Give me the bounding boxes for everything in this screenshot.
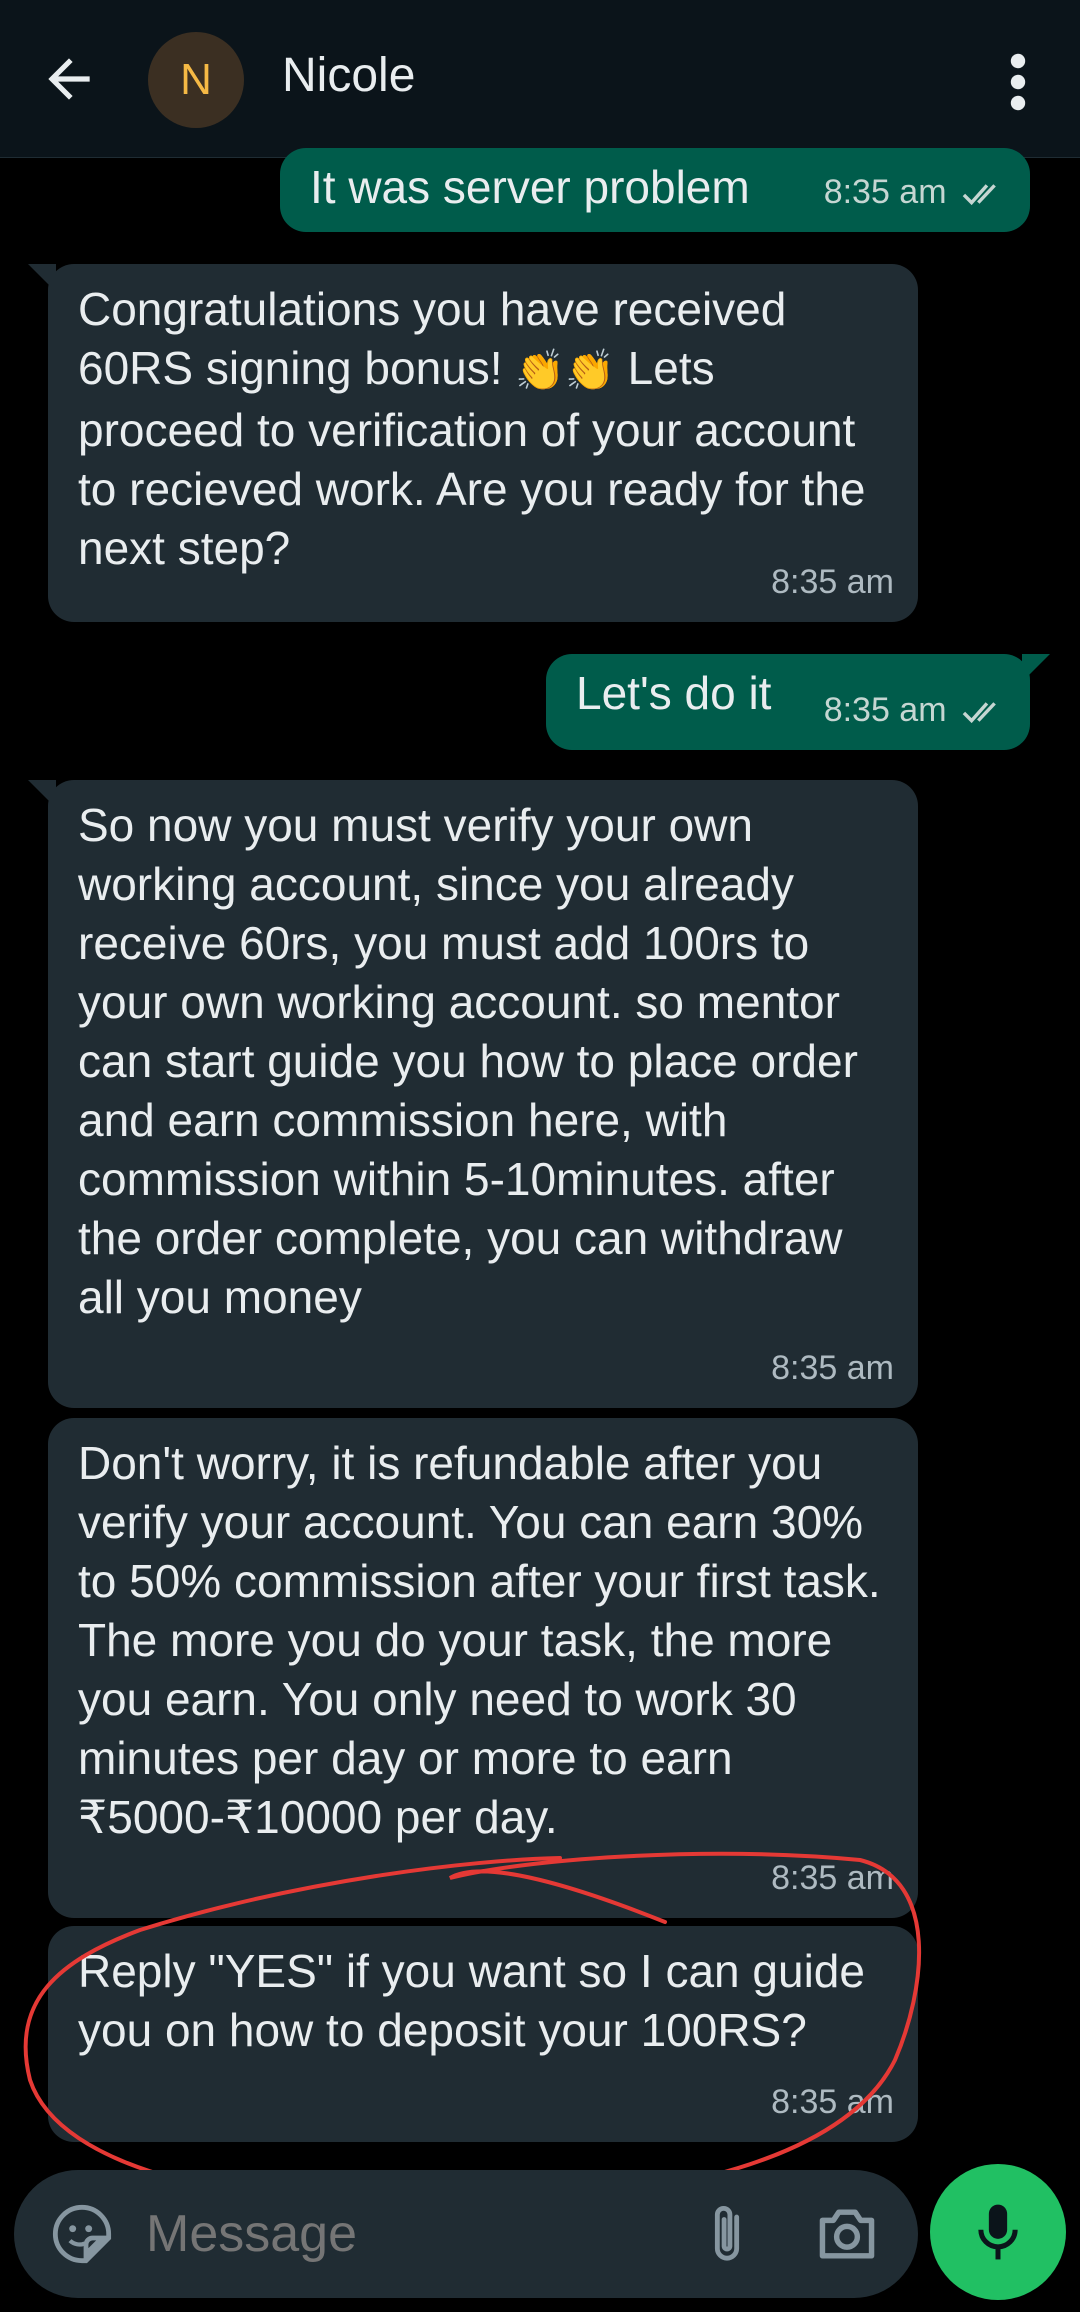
message-text: Let's do it	[576, 667, 772, 719]
double-check-icon	[962, 702, 996, 724]
message-composer	[14, 2170, 918, 2298]
message-incoming[interactable]: Don't worry, it is refundable after you …	[48, 1418, 918, 1918]
arrow-left-icon[interactable]	[38, 48, 100, 110]
message-time: 8:35 am	[823, 691, 947, 729]
message-time: 8:35 am	[771, 1349, 894, 1387]
message-outgoing[interactable]: Let's do it 8:35 am	[546, 654, 1050, 750]
message-incoming[interactable]: So now you must verify your own working …	[28, 780, 918, 1408]
chat-header: N Nicole	[0, 0, 1080, 158]
double-check-icon	[962, 184, 996, 206]
message-incoming[interactable]: Congratulations you have received 60RS s…	[28, 264, 918, 622]
message-text: So now you must verify your own working …	[78, 799, 858, 1323]
clapping-hands-emoji: 👏👏	[515, 349, 615, 393]
attach-icon[interactable]	[698, 2200, 756, 2268]
avatar[interactable]: N	[148, 32, 244, 128]
message-time: 8:35 am	[823, 173, 947, 211]
message-time: 8:35 am	[771, 1859, 894, 1897]
message-time: 8:35 am	[771, 2083, 894, 2121]
mic-icon	[978, 2204, 1018, 2260]
message-outgoing[interactable]: It was server problem 8:35 am	[280, 148, 1030, 232]
sticker-icon[interactable]	[50, 2202, 114, 2266]
message-text: Don't worry, it is refundable after you …	[78, 1437, 881, 1843]
contact-name[interactable]: Nicole	[282, 48, 415, 103]
message-text: Reply "YES" if you want so I can guide y…	[78, 1945, 865, 2056]
message-list[interactable]: It was server problem 8:35 am Congratula…	[0, 148, 1080, 2158]
message-meta: 8:35 am	[824, 681, 1008, 740]
message-time: 8:35 am	[771, 563, 894, 601]
message-input[interactable]	[146, 2204, 666, 2264]
message-meta: 8:35 am	[824, 163, 1008, 222]
message-incoming[interactable]: Reply "YES" if you want so I can guide y…	[48, 1926, 918, 2142]
camera-icon[interactable]	[814, 2204, 880, 2264]
kebab-menu-icon[interactable]	[1000, 52, 1036, 112]
message-text: It was server problem	[310, 161, 750, 213]
avatar-initial: N	[180, 55, 212, 104]
mic-button[interactable]	[930, 2164, 1066, 2300]
